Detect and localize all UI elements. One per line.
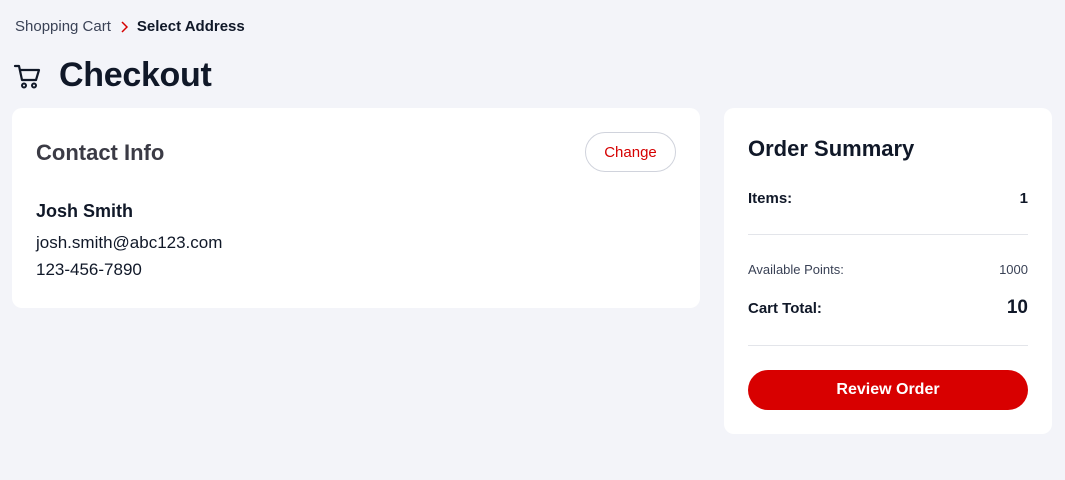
cart-total-value: 10	[1006, 297, 1028, 318]
contact-info-card: Contact Info Change Josh Smith josh.smit…	[12, 108, 700, 308]
change-contact-button[interactable]: Change	[585, 132, 676, 172]
available-points-row: Available Points: 1000	[748, 262, 1028, 277]
cart-total-label: Cart Total:	[748, 299, 822, 317]
chevron-right-icon	[121, 20, 128, 33]
breadcrumb: Shopping Cart Select Address	[15, 18, 245, 35]
summary-divider	[748, 345, 1028, 346]
available-points-label: Available Points:	[748, 262, 844, 277]
contact-name: Josh Smith	[36, 201, 134, 221]
page-title: Checkout	[59, 56, 212, 94]
contact-phone: 123-456-7890	[36, 260, 142, 279]
review-order-button[interactable]: Review Order	[748, 370, 1028, 410]
items-value: 1	[1019, 190, 1028, 207]
order-summary-heading: Order Summary	[748, 136, 915, 161]
items-row: Items: 1	[748, 190, 1028, 207]
breadcrumb-shopping-cart[interactable]: Shopping Cart	[15, 18, 111, 35]
contact-email: josh.smith@abc123.com	[36, 233, 223, 252]
cart-total-row: Cart Total: 10	[748, 297, 1028, 319]
order-summary-card: Order Summary Items: 1 Available Points:…	[724, 108, 1052, 434]
items-label: Items:	[748, 190, 793, 207]
available-points-value: 1000	[999, 262, 1028, 277]
contact-info-heading: Contact Info	[36, 140, 165, 165]
shopping-cart-icon	[13, 64, 41, 88]
breadcrumb-select-address: Select Address	[136, 18, 245, 35]
summary-divider	[748, 234, 1028, 235]
page-header: Checkout	[13, 56, 212, 95]
